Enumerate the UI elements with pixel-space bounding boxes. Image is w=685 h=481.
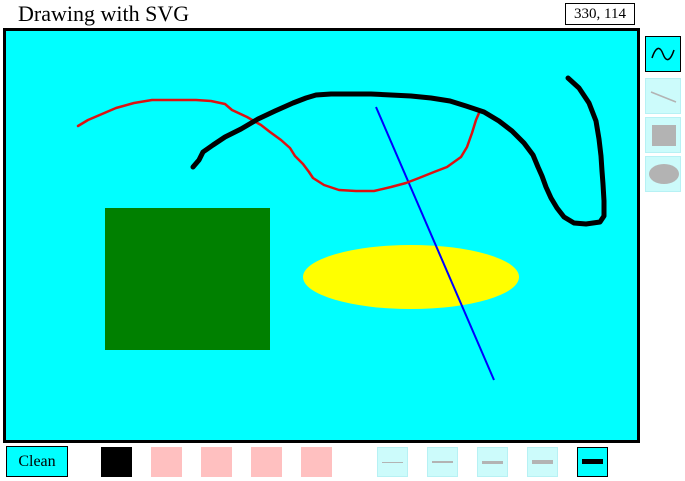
color-swatch-pink-1[interactable] — [151, 447, 182, 477]
drawing-surface[interactable] — [6, 31, 637, 440]
stroke-width-3-icon — [482, 461, 503, 464]
stroke-width-3-button[interactable] — [477, 447, 508, 477]
stroke-width-5-icon — [582, 459, 603, 464]
tool-line[interactable] — [645, 78, 681, 114]
tool-rectangle[interactable] — [645, 117, 681, 153]
stroke-width-4-button[interactable] — [527, 447, 558, 477]
stroke-width-2-icon — [432, 461, 453, 463]
app-title: Drawing with SVG — [18, 1, 190, 26]
tool-ellipse[interactable] — [645, 156, 681, 192]
ellipse-icon — [649, 164, 679, 184]
yellow-ellipse[interactable] — [303, 245, 519, 309]
line-icon — [650, 91, 677, 103]
freehand-curve-icon — [651, 47, 675, 61]
rectangle-icon — [652, 125, 676, 146]
color-swatch-black[interactable] — [101, 447, 132, 477]
stroke-width-5-button[interactable] — [577, 447, 608, 477]
stroke-width-2-button[interactable] — [427, 447, 458, 477]
green-rectangle[interactable] — [105, 208, 270, 350]
cursor-coordinates: 330, 114 — [565, 3, 635, 25]
color-swatch-pink-4[interactable] — [301, 447, 332, 477]
color-swatch-pink-2[interactable] — [201, 447, 232, 477]
clean-button[interactable]: Clean — [6, 446, 68, 477]
drawing-canvas[interactable] — [3, 28, 640, 443]
stroke-width-4-icon — [532, 460, 553, 464]
stroke-width-1-button[interactable] — [377, 447, 408, 477]
color-swatch-pink-3[interactable] — [251, 447, 282, 477]
tool-freehand[interactable] — [645, 36, 681, 72]
stroke-width-1-icon — [382, 462, 403, 463]
